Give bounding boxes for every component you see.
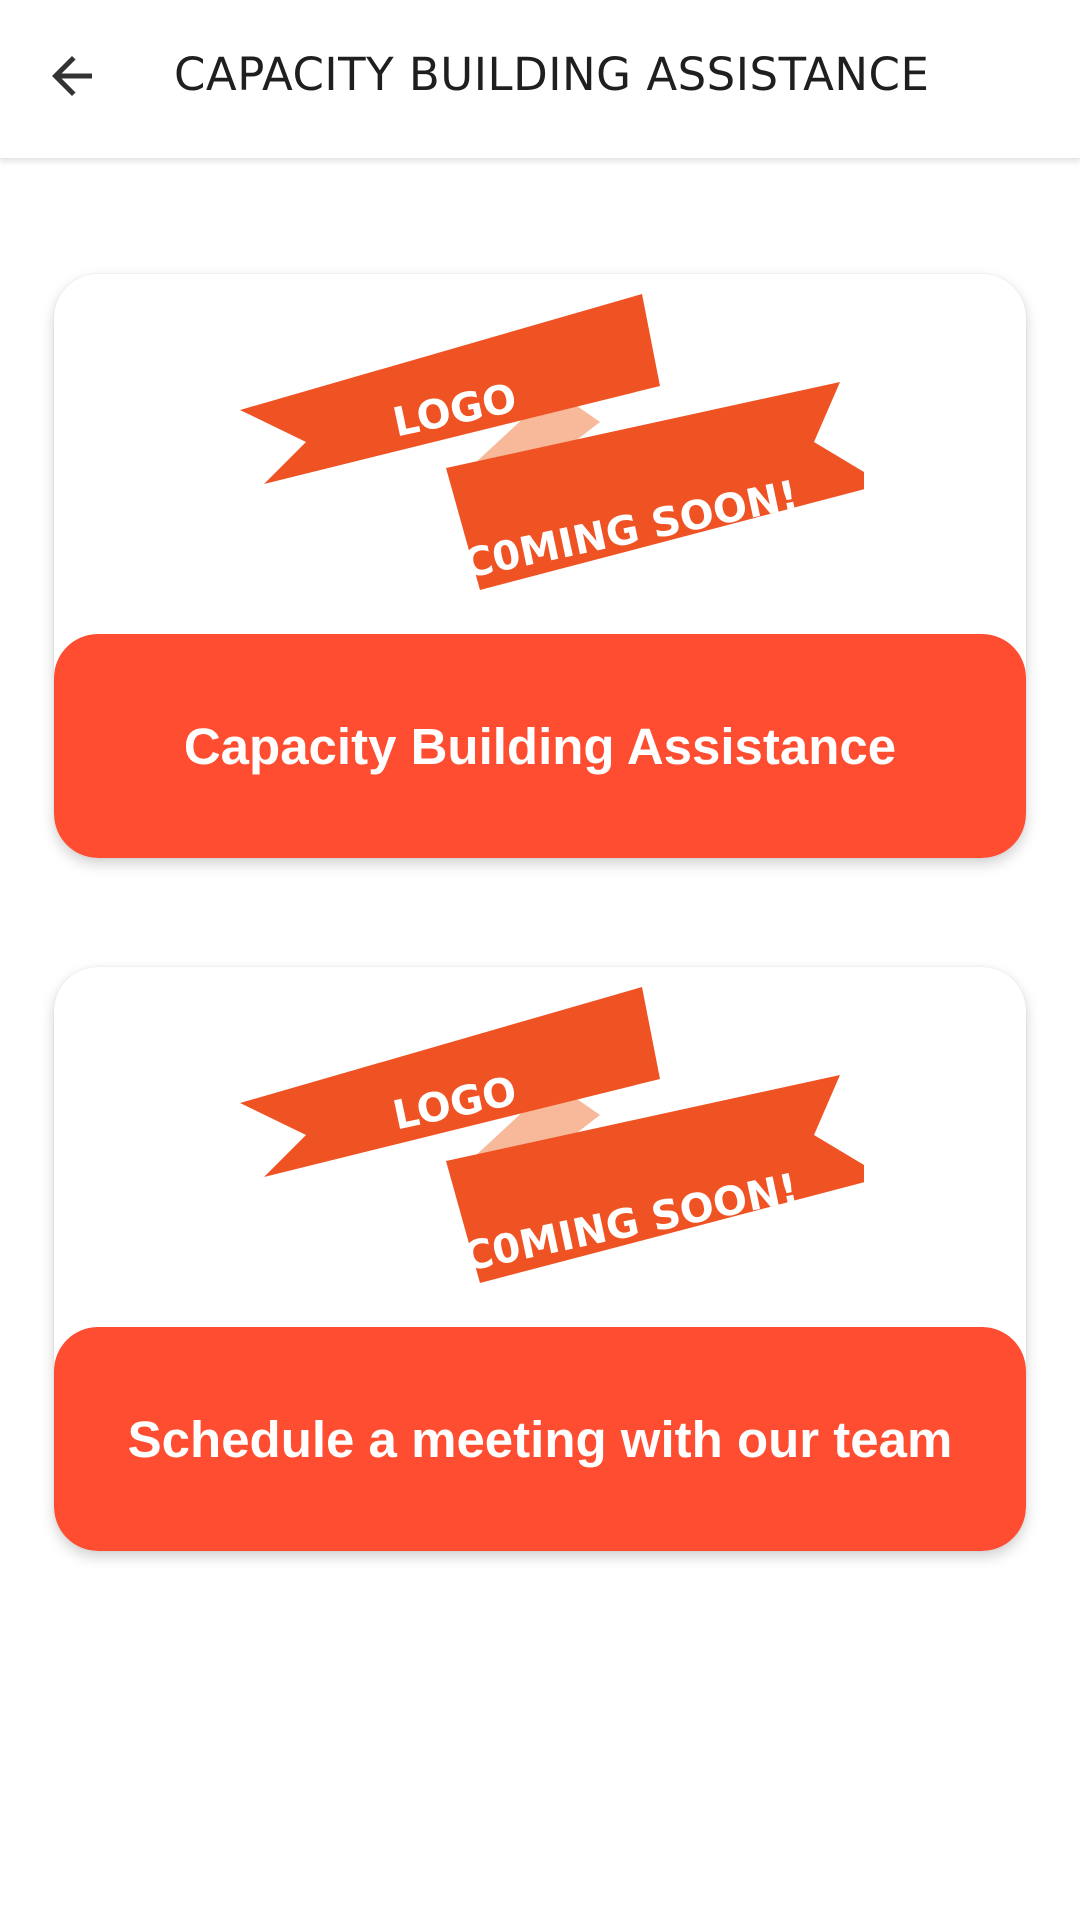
card-label: Schedule a meeting with our team [127,1410,953,1468]
logo-coming-soon-image: LOGO C0MING SOON! [240,987,864,1283]
page-title: CAPACITY BUILDING ASSISTANCE [174,48,930,101]
card-logo-area: LOGO C0MING SOON! [54,274,1026,634]
arrow-back-icon [52,56,92,96]
logo-coming-soon-image: LOGO C0MING SOON! [240,294,864,590]
card-label-banner[interactable]: Schedule a meeting with our team [54,1327,1026,1551]
app-bar: CAPACITY BUILDING ASSISTANCE [0,0,1080,159]
card-schedule-meeting[interactable]: LOGO C0MING SOON! Schedule a meeting wit… [54,967,1026,1551]
card-label: Capacity Building Assistance [183,717,897,775]
card-logo-area: LOGO C0MING SOON! [54,967,1026,1327]
back-button[interactable] [32,36,112,116]
card-label-banner[interactable]: Capacity Building Assistance [54,634,1026,858]
card-capacity-building[interactable]: LOGO C0MING SOON! Capacity Building Assi… [54,274,1026,858]
